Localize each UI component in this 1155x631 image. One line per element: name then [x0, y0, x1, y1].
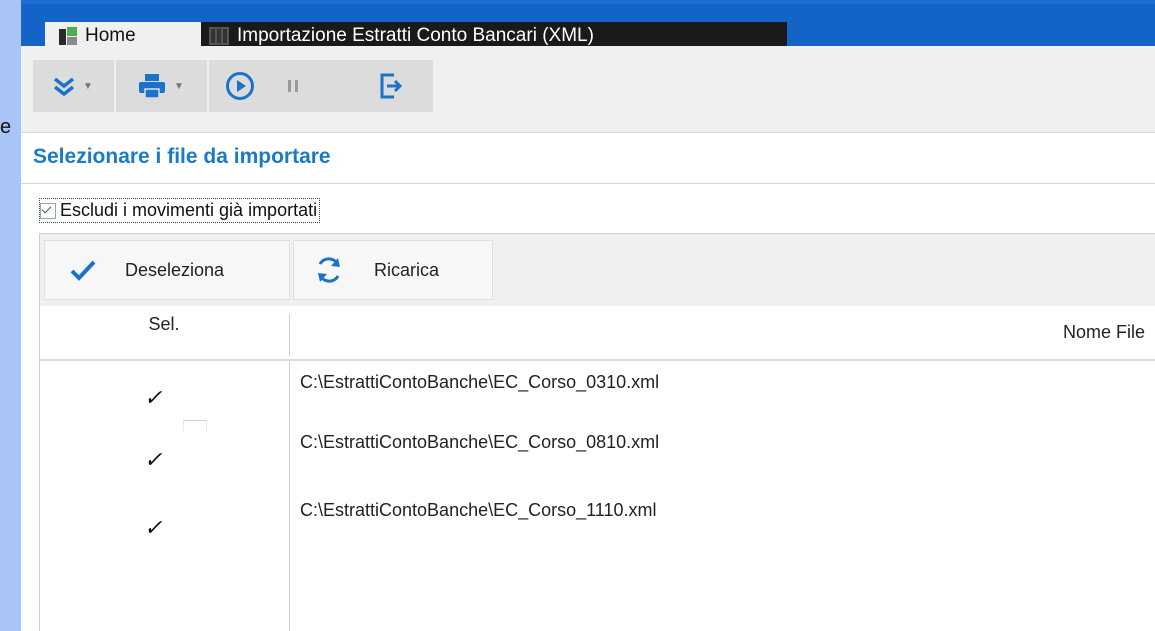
file-path: C:\EstrattiContoBanche\EC_Corso_0310.xml — [300, 372, 660, 392]
pause-button[interactable] — [271, 60, 315, 112]
reload-button[interactable]: Ricarica — [293, 240, 493, 300]
deselect-button[interactable]: Deseleziona — [44, 240, 290, 300]
toolbar: ▼ ▼ — [21, 46, 1155, 133]
files-grid-panel: Deseleziona Ricarica Sel. Nome File ✓ C:… — [39, 233, 1155, 631]
checkmark-icon — [70, 260, 96, 281]
section-title: Selezionare i file da importare — [33, 145, 331, 168]
row-selected-checkmark[interactable]: ✓ — [144, 516, 162, 541]
tab-strip: Home Importazione Estratti Conto Bancari… — [21, 0, 1155, 50]
reload-label: Ricarica — [374, 259, 440, 280]
print-button[interactable]: ▼ — [116, 60, 206, 112]
chevron-down-icon[interactable]: ▼ — [174, 81, 184, 92]
column-header-file-name[interactable]: Nome File — [290, 306, 1145, 358]
toolbar-separator — [207, 60, 209, 112]
run-button[interactable] — [216, 60, 264, 112]
home-icon — [59, 27, 77, 45]
exclude-imported-label: Escludi i movimenti già importati — [60, 200, 318, 220]
grid-action-bar: Deseleziona Ricarica — [40, 234, 1155, 306]
export-icon — [380, 73, 403, 99]
header-rule — [40, 359, 1155, 361]
pause-icon — [288, 80, 298, 92]
play-icon — [226, 72, 254, 100]
row-selected-checkmark[interactable]: ✓ — [144, 386, 162, 411]
exit-button[interactable] — [361, 60, 421, 112]
printer-icon — [139, 74, 166, 99]
chevron-down-icon[interactable]: ▼ — [83, 81, 93, 92]
window-icon — [209, 27, 229, 45]
refresh-icon — [318, 257, 340, 283]
exclude-imported-option[interactable]: Escludi i movimenti già importati — [39, 198, 321, 223]
app-window: Home Importazione Estratti Conto Bancari… — [21, 0, 1155, 631]
expand-button[interactable]: ▼ — [33, 60, 113, 112]
file-path: C:\EstrattiContoBanche\EC_Corso_1110.xml — [300, 500, 657, 520]
tab-import-label: Importazione Estratti Conto Bancari (XML… — [237, 25, 594, 46]
deselect-label: Deseleziona — [125, 259, 225, 280]
column-header-sel[interactable]: Sel. — [40, 306, 288, 358]
table-row[interactable]: ✓ C:\EstrattiContoBanche\EC_Corso_0810.x… — [40, 432, 1155, 492]
file-path: C:\EstrattiContoBanche\EC_Corso_0810.xml — [300, 432, 660, 452]
divider — [21, 183, 1155, 184]
expand-chevrons-icon — [53, 77, 75, 96]
exclude-imported-checkbox[interactable] — [40, 202, 56, 219]
checkbox-outline[interactable] — [183, 420, 207, 431]
stray-letter: e — [0, 116, 12, 138]
tab-home-label: Home — [85, 25, 136, 46]
row-selected-checkmark[interactable]: ✓ — [144, 448, 162, 473]
table-row[interactable]: ✓ C:\EstrattiContoBanche\EC_Corso_1110.x… — [40, 500, 1155, 560]
table-row[interactable]: ✓ C:\EstrattiContoBanche\EC_Corso_0310.x… — [40, 372, 1155, 432]
